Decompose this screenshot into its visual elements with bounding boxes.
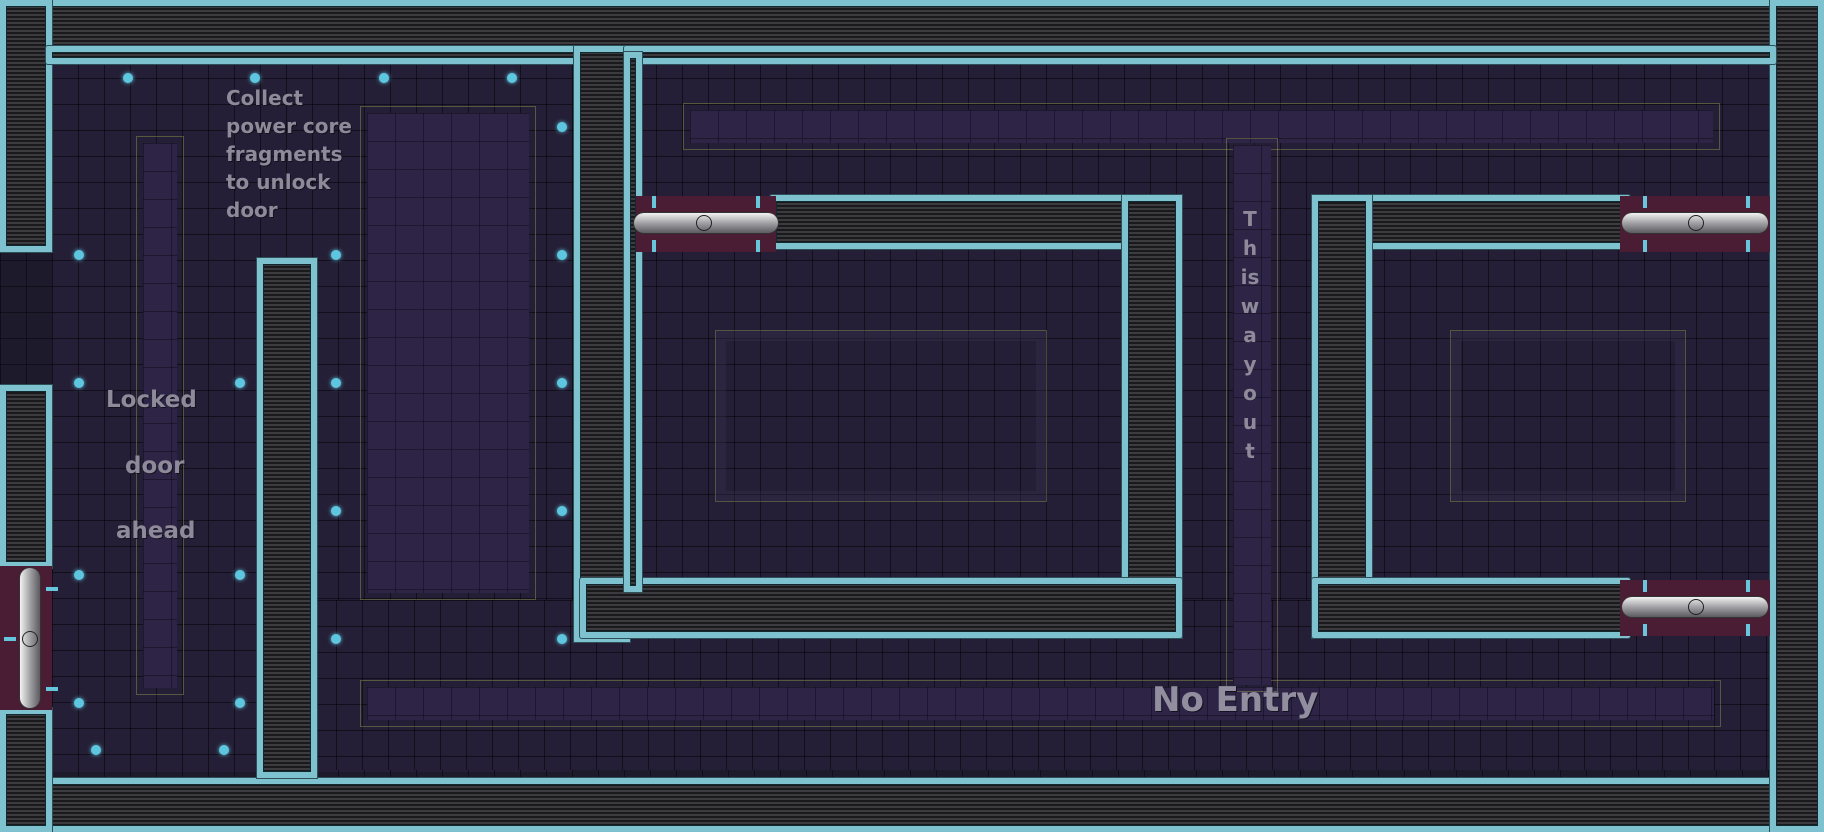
- door-knob-icon: [22, 631, 38, 647]
- power-core-dot-icon[interactable]: [331, 506, 341, 516]
- door-indicator-icon: [1746, 240, 1750, 252]
- door-indicator-icon: [46, 687, 58, 691]
- pad-center-left: [360, 106, 536, 600]
- power-core-dot-icon[interactable]: [235, 378, 245, 388]
- power-core-dot-icon[interactable]: [331, 250, 341, 260]
- power-core-dot-icon[interactable]: [235, 698, 245, 708]
- door-indicator-icon: [46, 587, 58, 591]
- door-knob-icon: [1688, 215, 1704, 231]
- door-indicator-icon: [1643, 624, 1647, 636]
- wall-center-room-bottom: [580, 578, 1182, 638]
- power-core-dot-icon[interactable]: [91, 745, 101, 755]
- power-core-dot-icon[interactable]: [74, 250, 84, 260]
- sign-locked-line2: door: [125, 453, 185, 479]
- power-core-dot-icon[interactable]: [379, 73, 389, 83]
- sign-locked-line1: Locked: [106, 387, 197, 413]
- pad-left-column: [136, 136, 184, 695]
- wall-outer-right: [1770, 0, 1824, 832]
- wall-outer-left-upper: [0, 0, 52, 252]
- power-core-dot-icon[interactable]: [74, 378, 84, 388]
- door-indicator-icon: [1746, 196, 1750, 208]
- power-core-dot-icon[interactable]: [74, 570, 84, 580]
- wall-outer-bottom: [0, 778, 1824, 832]
- wall-right-room-bottom: [1312, 578, 1630, 638]
- power-core-dot-icon[interactable]: [219, 745, 229, 755]
- door-indicator-icon: [756, 240, 760, 252]
- door-knob-icon: [1688, 599, 1704, 615]
- wall-outer-top: [0, 0, 1824, 52]
- wall-center-room-right: [1122, 195, 1182, 638]
- wall-main-hall-top: [624, 46, 1776, 64]
- door-indicator-icon: [1746, 624, 1750, 636]
- door-knob-icon: [696, 215, 712, 231]
- power-core-dot-icon[interactable]: [557, 634, 567, 644]
- zone-room-center: [715, 330, 1047, 502]
- power-core-dot-icon[interactable]: [331, 634, 341, 644]
- wall-right-room-left: [1312, 195, 1372, 638]
- power-core-dot-icon[interactable]: [250, 73, 260, 83]
- power-core-dot-icon[interactable]: [507, 73, 517, 83]
- door-indicator-icon: [652, 240, 656, 252]
- level-map: Collect power core fragments to unlock d…: [0, 0, 1824, 832]
- sign-locked-line3: ahead: [116, 518, 196, 544]
- pad-top-strip: [683, 103, 1720, 150]
- wall-outer-left-lower: [0, 708, 52, 832]
- door-indicator-icon: [1643, 196, 1647, 208]
- power-core-dot-icon[interactable]: [331, 378, 341, 388]
- zone-room-right: [1450, 330, 1686, 502]
- wall-left-room-top: [46, 46, 594, 64]
- sign-exit-hint: This way out: [1240, 207, 1260, 463]
- power-core-dot-icon[interactable]: [557, 250, 567, 260]
- sign-no-entry: No Entry: [1152, 680, 1319, 720]
- power-core-dot-icon[interactable]: [557, 506, 567, 516]
- pad-bottom-strip: [360, 680, 1721, 727]
- power-core-dot-icon[interactable]: [123, 73, 133, 83]
- wall-middle-divider: [574, 46, 630, 642]
- sign-collect-hint: Collect power core fragments to unlock d…: [226, 86, 352, 222]
- wall-left-divider: [257, 258, 317, 778]
- wall-center-room-top: [770, 195, 1182, 249]
- door-indicator-icon: [1746, 580, 1750, 592]
- power-core-dot-icon[interactable]: [557, 122, 567, 132]
- wall-center-room-left: [624, 52, 642, 592]
- door-indicator-icon: [756, 196, 760, 208]
- power-core-dot-icon[interactable]: [74, 698, 84, 708]
- door-indicator-icon: [4, 637, 16, 641]
- power-core-dot-icon[interactable]: [557, 378, 567, 388]
- door-indicator-icon: [652, 196, 656, 208]
- door-indicator-icon: [1643, 580, 1647, 592]
- wall-outer-left-mid: [0, 385, 52, 568]
- door-indicator-icon: [1643, 240, 1647, 252]
- power-core-dot-icon[interactable]: [235, 570, 245, 580]
